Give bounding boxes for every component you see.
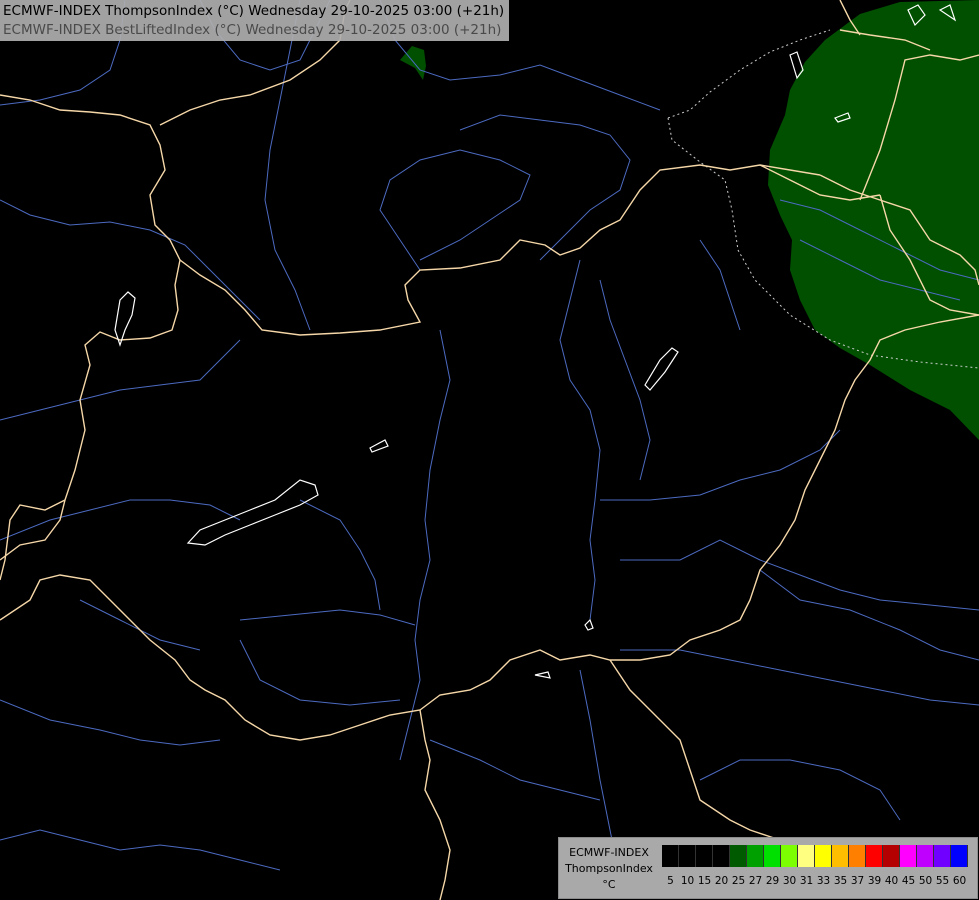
legend-unit: °C xyxy=(602,878,616,891)
legend-tick-label: 33 xyxy=(816,875,831,887)
legend-tick-label: 55 xyxy=(935,875,950,887)
legend-swatch xyxy=(798,845,815,867)
legend-swatch xyxy=(781,845,798,867)
legend-ticks: 5 10 15 20 25 27 29 30 31 33 35 37 39 40 45 50 55 60 xyxy=(662,875,972,889)
legend-swatch xyxy=(696,845,713,867)
legend-swatch xyxy=(934,845,951,867)
legend-tick-label: 27 xyxy=(748,875,763,887)
legend-swatch xyxy=(883,845,900,867)
legend-swatch xyxy=(832,845,849,867)
weather-map xyxy=(0,0,979,900)
legend-tick-label: 50 xyxy=(918,875,933,887)
legend-tick-label: 35 xyxy=(833,875,848,887)
color-legend: ECMWF-INDEX ThompsonIndex °C 5 10 15 20 25 27… xyxy=(558,837,978,899)
legend-swatch xyxy=(764,845,781,867)
legend-swatches xyxy=(662,845,968,867)
legend-tick-label: 29 xyxy=(765,875,780,887)
legend-tick-label: 31 xyxy=(799,875,814,887)
legend-tick-label: 30 xyxy=(782,875,797,887)
legend-tick-label: 37 xyxy=(850,875,865,887)
header-line-secondary: ECMWF-INDEX BestLiftedIndex (°C) Wednesd… xyxy=(3,22,502,38)
header-line-primary: ECMWF-INDEX ThompsonIndex (°C) Wednesday… xyxy=(3,3,505,19)
legend-tick-label: 5 xyxy=(667,875,674,887)
legend-swatch xyxy=(679,845,696,867)
legend-tick-label: 40 xyxy=(884,875,899,887)
legend-title-model: ECMWF-INDEX xyxy=(569,846,649,859)
legend-tick-label: 10 xyxy=(680,875,695,887)
map-header: ECMWF-INDEX ThompsonIndex (°C) Wednesday… xyxy=(0,0,510,41)
legend-swatch xyxy=(747,845,764,867)
legend-tick-label: 45 xyxy=(901,875,916,887)
legend-tick-label: 15 xyxy=(697,875,712,887)
legend-tick-label: 39 xyxy=(867,875,882,887)
legend-swatch xyxy=(662,845,679,867)
legend-swatch xyxy=(951,845,968,867)
legend-tick-label: 60 xyxy=(952,875,967,887)
legend-swatch xyxy=(849,845,866,867)
legend-tick-label: 20 xyxy=(714,875,729,887)
legend-tick-label: 25 xyxy=(731,875,746,887)
legend-swatch xyxy=(917,845,934,867)
legend-swatch xyxy=(730,845,747,867)
legend-title-index: ThompsonIndex xyxy=(565,862,653,875)
legend-swatch xyxy=(866,845,883,867)
legend-swatch xyxy=(900,845,917,867)
legend-swatch xyxy=(713,845,730,867)
legend-swatch xyxy=(815,845,832,867)
